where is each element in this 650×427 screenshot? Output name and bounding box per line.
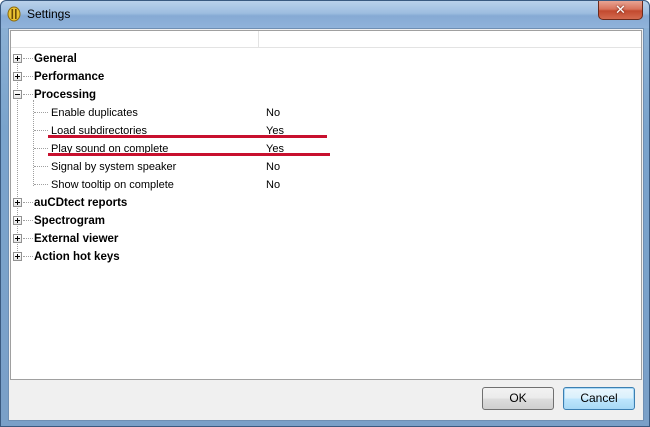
expand-icon[interactable] — [13, 216, 22, 225]
expand-icon[interactable] — [13, 54, 22, 63]
setting-value[interactable]: No — [266, 104, 280, 122]
tree-group-action-hot-keys[interactable]: Action hot keys — [11, 248, 641, 266]
tree-connector — [34, 184, 48, 186]
collapse-icon[interactable] — [13, 90, 22, 99]
tree-group-label: Processing — [34, 89, 96, 101]
setting-value[interactable]: No — [266, 158, 280, 176]
highlight-underline — [48, 153, 330, 156]
tree-group-aucdtect-reports[interactable]: auCDtect reports — [11, 194, 641, 212]
tree-group-label: auCDtect reports — [34, 197, 128, 209]
expand-icon[interactable] — [13, 252, 22, 261]
tree-group-label: Action hot keys — [34, 251, 120, 263]
tree-connector — [34, 166, 48, 168]
cancel-button[interactable]: Cancel — [563, 387, 635, 410]
tree-group-processing[interactable]: Processing — [11, 86, 641, 104]
highlight-underline — [48, 135, 327, 138]
setting-label: Enable duplicates — [51, 107, 138, 119]
app-icon — [7, 6, 21, 22]
setting-label: Signal by system speaker — [51, 161, 177, 173]
tree-connector — [23, 58, 33, 60]
setting-row-show-tooltip[interactable]: Show tooltip on complete No — [11, 176, 641, 194]
expand-icon[interactable] — [13, 72, 22, 81]
tree-connector — [23, 238, 33, 240]
tree-group-performance[interactable]: Performance — [11, 68, 641, 86]
ok-button[interactable]: OK — [482, 387, 554, 410]
column-header — [11, 31, 641, 48]
expand-icon[interactable] — [13, 234, 22, 243]
tree-group-label: Performance — [34, 71, 105, 83]
tree-connector — [23, 202, 33, 204]
tree-connector — [23, 220, 33, 222]
setting-row-signal-speaker[interactable]: Signal by system speaker No — [11, 158, 641, 176]
dialog-client-area: General Performance Processing Enable du… — [8, 28, 644, 421]
settings-tree[interactable]: General Performance Processing Enable du… — [10, 30, 642, 380]
tree-connector — [23, 256, 33, 258]
settings-window: Settings ✕ General Performance Processin… — [0, 0, 650, 427]
close-button[interactable]: ✕ — [598, 1, 643, 20]
setting-label: Show tooltip on complete — [51, 179, 174, 191]
setting-value[interactable]: No — [266, 176, 280, 194]
column-separator[interactable] — [258, 31, 259, 47]
setting-row-enable-duplicates[interactable]: Enable duplicates No — [11, 104, 641, 122]
tree-group-label: External viewer — [34, 233, 119, 245]
tree-group-spectrogram[interactable]: Spectrogram — [11, 212, 641, 230]
tree-group-external-viewer[interactable]: External viewer — [11, 230, 641, 248]
tree-group-label: Spectrogram — [34, 215, 105, 227]
tree-connector — [23, 94, 33, 96]
tree-group-general[interactable]: General — [11, 50, 641, 68]
tree-group-label: General — [34, 53, 77, 65]
tree-connector — [34, 130, 48, 132]
window-title: Settings — [27, 7, 71, 21]
expand-icon[interactable] — [13, 198, 22, 207]
close-icon: ✕ — [615, 2, 626, 18]
tree-connector — [34, 148, 48, 150]
tree-connector — [23, 76, 33, 78]
tree-connector — [34, 112, 48, 114]
title-bar[interactable]: Settings ✕ — [1, 1, 649, 28]
